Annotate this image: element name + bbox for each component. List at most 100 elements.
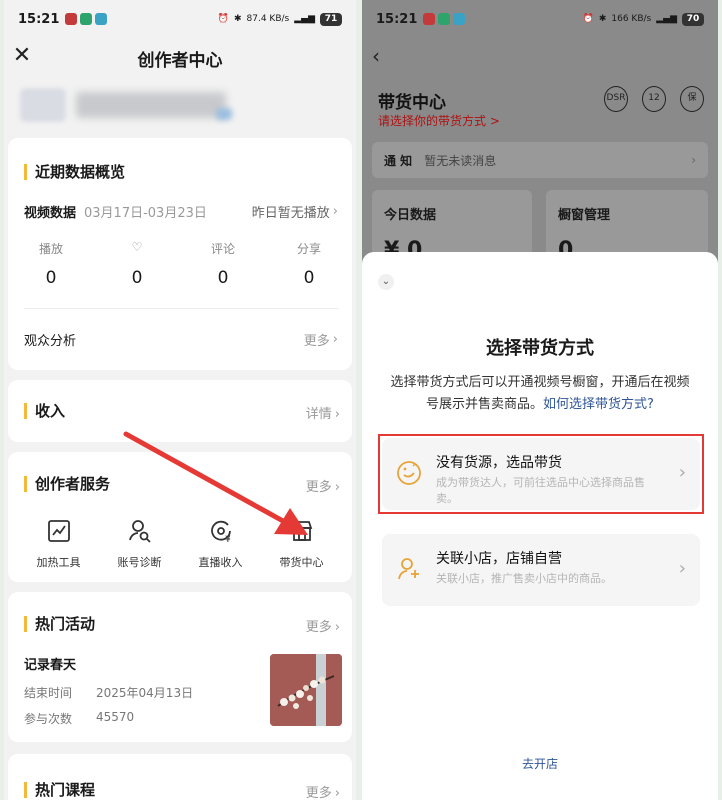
bluetooth-icon: ✱ — [233, 14, 242, 24]
audience-label: 观众分析 — [24, 334, 77, 349]
stat-label: 评论 — [210, 242, 235, 256]
hot-courses-card: 热门课程 更多 › — [8, 754, 352, 800]
option-title: 关联小店，店铺自营 — [436, 551, 562, 567]
more-label: 更多 — [305, 786, 332, 800]
battery-icon: 71 — [320, 12, 342, 26]
network-speed: 87.4 KB/s — [246, 14, 290, 24]
chevron-right-icon: › — [332, 332, 338, 347]
battery-icon: 70 — [682, 12, 704, 26]
blossom-image — [270, 654, 342, 726]
playback-status-link[interactable]: 昨日暂无播放 — [252, 202, 330, 221]
service-label: 加热工具 — [36, 556, 81, 569]
app-notification-icon — [438, 13, 451, 25]
rating-icon[interactable]: 12 — [642, 86, 666, 112]
chevron-right-icon: › — [691, 153, 696, 167]
alarm-icon: ⏰ — [217, 14, 229, 24]
stat-value: 0 — [217, 268, 229, 288]
bluetooth-icon: ✱ — [598, 14, 607, 24]
window-management-label: 橱窗管理 — [558, 208, 611, 223]
dsr-icon[interactable]: DSR — [604, 86, 628, 112]
sheet-title: 选择带货方式 — [486, 338, 594, 359]
section-title: 热门课程 — [24, 782, 95, 798]
app-notification-icon — [65, 13, 78, 25]
alarm-icon: ⏰ — [582, 14, 594, 24]
top-nav: ✕ 创作者中心 — [4, 36, 356, 76]
back-icon[interactable]: ‹ — [372, 44, 380, 68]
option-link-shop[interactable]: 关联小店，店铺自营 关联小店，推广售卖小店中的商品。 › — [382, 534, 700, 606]
chevron-right-icon: › — [334, 786, 340, 800]
courses-more-link[interactable]: 更多 › — [306, 782, 340, 800]
divider — [24, 308, 338, 309]
service-label: 直播收入 — [198, 556, 243, 569]
shield-icon[interactable]: 保 — [680, 86, 704, 112]
bottom-sheet: ⌄ 选择带货方式 选择带货方式后可以开通视频号橱窗，开通后在视频号展示并售卖商品… — [362, 252, 718, 800]
how-to-choose-link[interactable]: 如何选择带货方式? — [543, 397, 654, 412]
app-notification-icon — [453, 13, 466, 25]
stat-label: 播放 — [38, 242, 63, 256]
app-notification-icon — [80, 13, 93, 25]
section-title: 近期数据概览 — [24, 164, 125, 180]
stat-item[interactable]: 播放 0 — [8, 240, 94, 288]
section-title: 创作者服务 — [24, 476, 110, 492]
income-detail-link[interactable]: 详情 › — [306, 403, 340, 422]
service-label: 带货中心 — [279, 556, 324, 569]
sheet-description: 选择带货方式后可以开通视频号橱窗，开通后在视频号展示并售卖商品。如何选择带货方式… — [386, 372, 694, 416]
signal-icon: ▂▄▆ — [656, 14, 677, 24]
notice-label: 通 知 — [384, 153, 413, 168]
video-data-row[interactable]: 视频数据 03月17日-03月23日 昨日暂无播放 › — [24, 202, 338, 221]
stats-row: 播放 0 ♡ 0 评论 0 分享 0 — [8, 240, 352, 288]
recent-data-card: 近期数据概览 视频数据 03月17日-03月23日 昨日暂无播放 › 播放 0 … — [8, 138, 352, 370]
stat-value: 0 — [131, 268, 143, 288]
page-title: 带货中心 — [378, 93, 446, 113]
date-range: 03月17日-03月23日 — [84, 206, 207, 221]
stat-item[interactable]: 分享 0 — [266, 240, 352, 288]
stat-item[interactable]: 评论 0 — [180, 240, 266, 288]
network-speed: 166 KB/s — [611, 14, 652, 24]
more-link[interactable]: 更多 — [304, 330, 330, 349]
audience-analysis-row[interactable]: 观众分析 更多 › — [24, 330, 338, 349]
annotation-highlight-box — [378, 434, 704, 514]
status-time: 15:21 — [18, 11, 60, 27]
participation-label: 参与次数 — [24, 712, 73, 726]
choose-mode-link[interactable]: 请选择你的带货方式 > — [378, 112, 500, 129]
signal-icon: ▂▄▆ — [294, 14, 315, 24]
stat-label: 分享 — [296, 242, 321, 256]
chevron-down-icon[interactable]: ⌄ — [378, 274, 394, 290]
notice-text: 暂无未读消息 — [424, 153, 497, 168]
participation-value: 45570 — [96, 710, 135, 724]
stat-value: 0 — [45, 268, 57, 288]
status-bar: 15:21 ⏰ ✱ 166 KB/s ▂▄▆ 70 — [362, 0, 718, 38]
right-screen: 15:21 ⏰ ✱ 166 KB/s ▂▄▆ 70 ‹ 带货中心 请选择你的带货… — [362, 0, 718, 800]
user-plus-icon — [398, 558, 419, 580]
left-screen: 15:21 ⏰ ✱ 87.4 KB/s ▂▄▆ 71 ✕ 创作者中心 近期数据概… — [4, 0, 356, 800]
service-boost-tool[interactable]: 加热工具 — [18, 518, 99, 570]
annotation-arrow-icon — [123, 431, 308, 535]
page-title: 创作者中心 — [137, 51, 223, 71]
stat-item[interactable]: ♡ 0 — [94, 240, 180, 288]
video-data-label: 视频数据 — [24, 206, 77, 221]
more-label: 更多 — [305, 620, 332, 635]
end-time-label: 结束时间 — [24, 686, 73, 700]
status-time: 15:21 — [376, 11, 418, 27]
hot-activities-card: 热门活动 更多 › 记录春天 结束时间 2025年04月13日 参与次数 4557… — [8, 592, 352, 742]
chevron-right-icon: › — [334, 480, 340, 495]
app-notification-icon — [95, 13, 108, 25]
event-thumbnail[interactable] — [270, 654, 342, 726]
option-description: 关联小店，推广售卖小店中的商品。 — [436, 572, 612, 585]
chevron-right-icon: › — [332, 204, 338, 219]
detail-label: 详情 — [305, 407, 332, 422]
chevron-right-icon: › — [334, 620, 340, 635]
trend-chart-icon — [47, 520, 70, 542]
service-label: 账号诊断 — [117, 556, 162, 569]
open-shop-link[interactable]: 去开店 — [362, 755, 718, 772]
profile-header[interactable] — [20, 86, 240, 126]
notice-bar[interactable]: 通 知 暂无未读消息 › — [372, 142, 708, 178]
chevron-right-icon: › — [334, 407, 340, 422]
end-time-value: 2025年04月13日 — [96, 686, 194, 700]
event-name[interactable]: 记录春天 — [24, 654, 76, 673]
blurred-username — [76, 92, 226, 118]
activities-more-link[interactable]: 更多 › — [306, 616, 340, 635]
section-title: 收入 — [24, 403, 65, 419]
app-notification-icon — [423, 13, 436, 25]
stat-value: 0 — [303, 268, 315, 288]
